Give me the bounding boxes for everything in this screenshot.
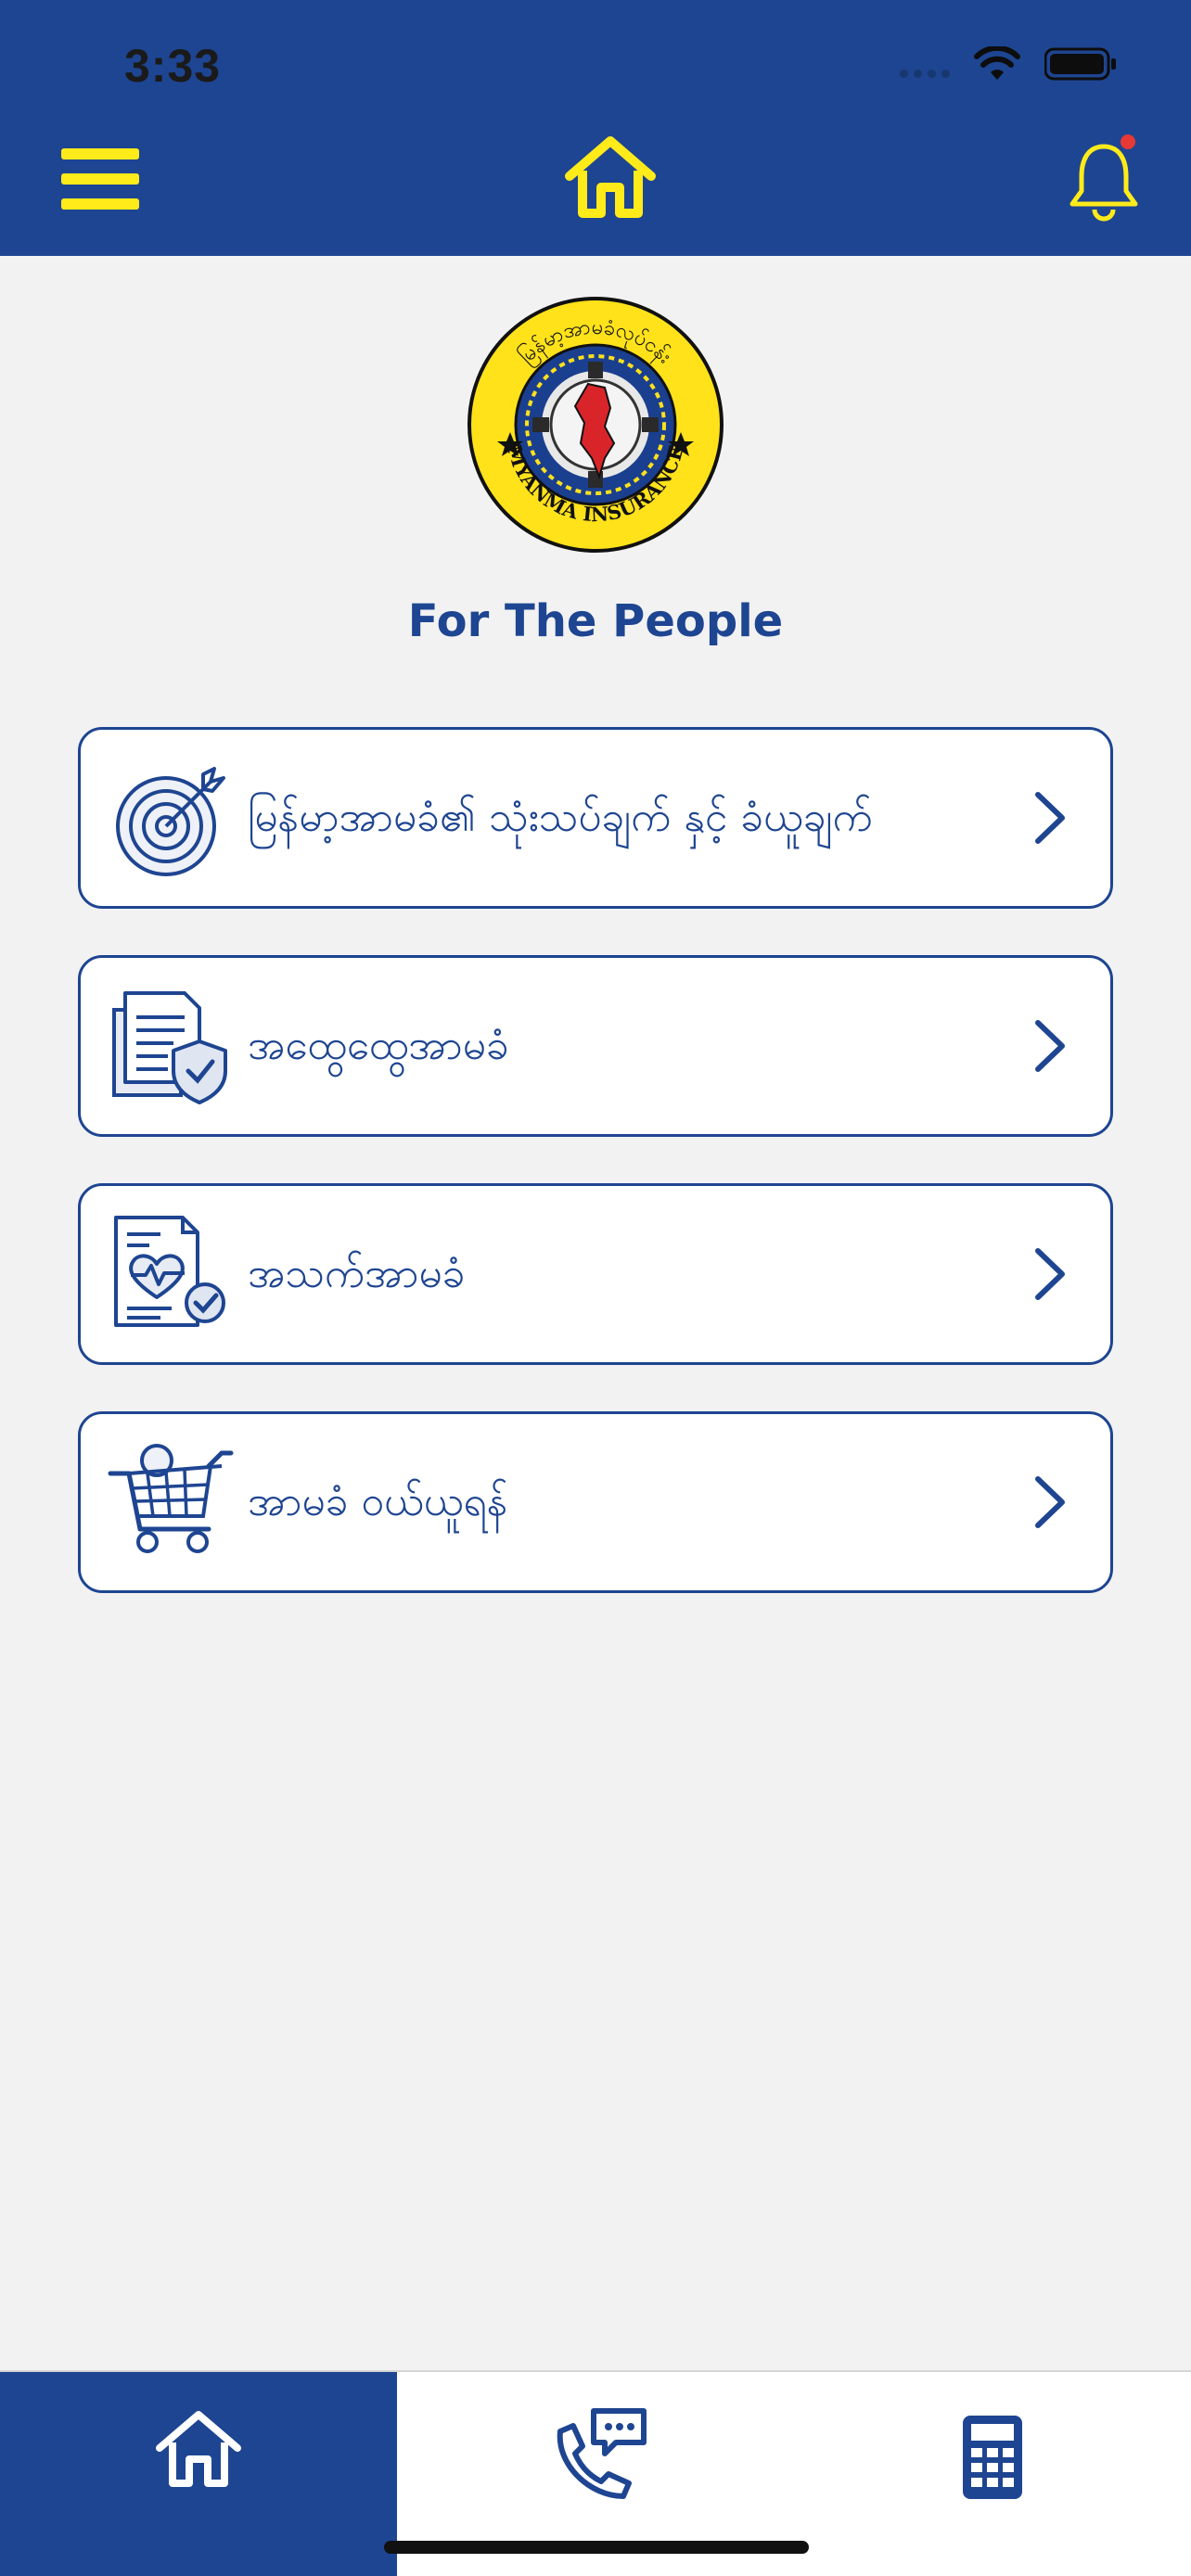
- home-indicator[interactable]: [384, 2541, 809, 2554]
- notification-dot: [1121, 134, 1135, 149]
- nav-tab-home[interactable]: [0, 2372, 397, 2576]
- menu-item-buy-insurance[interactable]: အာမခံ ဝယ်ယူရန်: [78, 1411, 1113, 1593]
- home-icon[interactable]: [562, 134, 659, 219]
- menu-item-label: အသက်အာမခံ: [248, 1250, 466, 1297]
- chevron-right-icon: [1035, 1476, 1065, 1528]
- tagline: For The People: [407, 595, 784, 647]
- chevron-right-icon: [1035, 792, 1065, 844]
- chevron-right-icon: [1035, 1020, 1065, 1072]
- menu-item-life-insurance[interactable]: အသက်အာမခံ: [78, 1183, 1113, 1365]
- calculator-icon: [963, 2416, 1022, 2499]
- phone-chat-icon: [557, 2408, 647, 2499]
- menu-item-label: အာမခံ ဝယ်ယူရန်: [248, 1478, 508, 1525]
- shopping-cart-icon: [108, 1444, 234, 1553]
- cellular-signal-icon: [900, 50, 950, 78]
- home-icon: [156, 2411, 241, 2487]
- chevron-right-icon: [1035, 1248, 1065, 1300]
- bell-icon[interactable]: [1067, 134, 1141, 223]
- health-document-icon: [114, 1216, 225, 1327]
- menu-item-general-insurance[interactable]: အထွေထွေအာမခံ: [78, 955, 1113, 1137]
- menu-item-label: မြန်မာ့အာမခံ၏ သုံးသပ်ချက် နှင့် ခံယူချက်: [248, 794, 873, 841]
- status-icons: [900, 46, 1117, 82]
- menu-item-review-and-perspective[interactable]: မြန်မာ့အာမခံ၏ သုံးသပ်ချက် နှင့် ခံယူချက်: [78, 727, 1113, 909]
- document-shield-icon: [112, 991, 227, 1104]
- target-icon: [116, 767, 225, 876]
- menu-item-label: အထွေထွေအာမခံ: [248, 1022, 509, 1069]
- wifi-icon: [974, 46, 1020, 80]
- myanma-insurance-logo: မြန်မာ့အာမခံလုပ်ငန်း MYANMA INSURANCE: [467, 297, 724, 553]
- hamburger-menu-icon[interactable]: [61, 148, 139, 210]
- status-time: 3:33: [124, 40, 222, 92]
- battery-icon: [1044, 47, 1116, 81]
- nav-tab-calculator[interactable]: [794, 2372, 1191, 2576]
- app-header: 3:33: [0, 0, 1191, 256]
